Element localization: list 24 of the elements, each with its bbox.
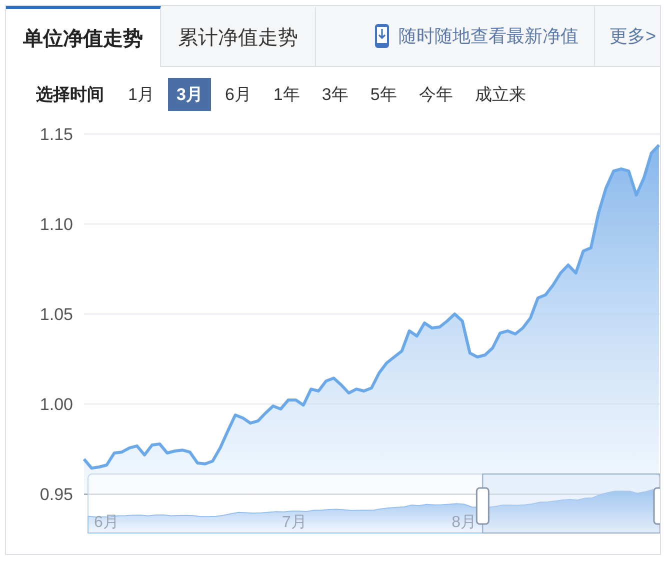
time-range-button[interactable]: 3月 [168,78,211,110]
time-range-button[interactable]: 6月 [216,78,260,110]
promo-link[interactable]: 随时随地查看最新净值 [398,24,578,48]
tab[interactable]: 累计净值走势 [161,6,316,66]
slider-handle[interactable] [653,487,660,525]
time-range-button[interactable]: 1月 [120,78,162,110]
time-range-button[interactable]: 今年 [410,78,461,110]
phone-icon [374,23,390,49]
slider-handle[interactable] [476,487,490,525]
axis-label: 1.00 [40,395,73,414]
axis-label: 0.95 [40,485,73,504]
time-range-button[interactable]: 成立来 [466,78,534,110]
slider-label: 7月 [282,514,307,531]
axis-label: 1.15 [40,125,73,144]
tab[interactable]: 单位净值走势 [6,6,161,67]
time-range-button[interactable]: 1年 [265,78,308,110]
axis-label: 1.05 [40,305,73,324]
more-link[interactable]: 更多> [595,6,660,66]
slider-label: 6月 [94,514,119,531]
axis-label: 1.10 [40,215,73,234]
time-range-button[interactable]: 5年 [362,78,405,110]
time-range-button[interactable]: 3年 [314,78,356,110]
slider-label: 8月 [452,514,477,531]
time-filter-label: 选择时间 [36,84,104,106]
